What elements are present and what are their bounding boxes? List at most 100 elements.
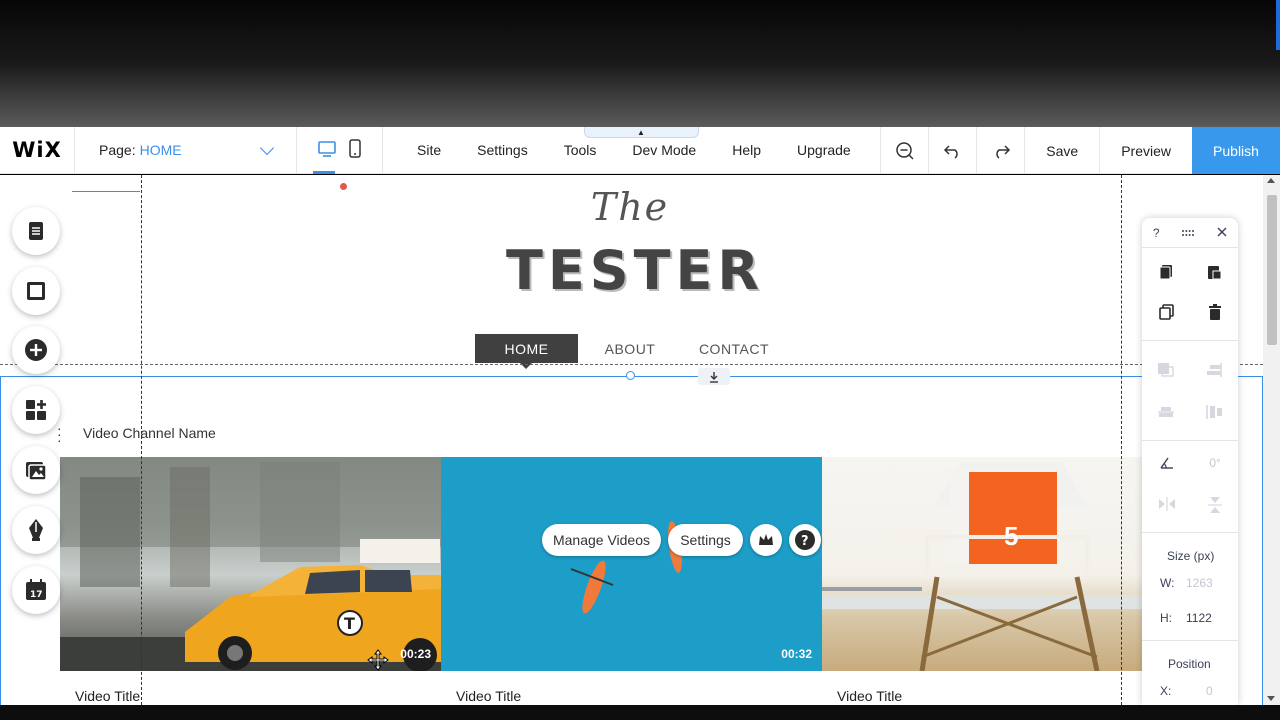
video-title[interactable]: Video Title	[75, 688, 140, 704]
pen-icon	[29, 519, 43, 541]
tower-number: 5	[1004, 521, 1019, 551]
more-options-icon[interactable]: · · ·	[57, 421, 62, 447]
gridline-marker	[72, 191, 140, 192]
bookings-button[interactable]: 17	[12, 566, 60, 614]
undo-button[interactable]	[928, 127, 976, 174]
menu-site[interactable]: Site	[399, 142, 459, 158]
right-gridline[interactable]	[1121, 175, 1122, 705]
align-right-icon[interactable]	[1205, 362, 1223, 381]
calendar-icon: 17	[26, 579, 46, 600]
panel-divider	[1142, 340, 1238, 341]
distribute-icon[interactable]	[1205, 404, 1223, 423]
add-button[interactable]	[12, 326, 60, 374]
menu-settings[interactable]: Settings	[459, 142, 546, 158]
desktop-icon[interactable]	[317, 140, 337, 161]
menu-dev-mode[interactable]: Dev Mode	[614, 142, 714, 158]
site-title-the[interactable]: The	[540, 185, 720, 229]
device-active-indicator	[313, 170, 335, 174]
video-title[interactable]: Video Title	[456, 688, 521, 704]
zoom-out-button[interactable]	[880, 127, 928, 174]
panel-row-copy-paste	[1142, 264, 1238, 283]
panel-row-arrange	[1142, 362, 1238, 381]
collapse-topbar-tab[interactable]: ▲	[584, 127, 699, 138]
wix-logo[interactable]: WiX	[0, 126, 75, 174]
scroll-thumb[interactable]	[1267, 195, 1277, 345]
rotation-value[interactable]: 0°	[1209, 456, 1220, 473]
add-apps-button[interactable]	[12, 386, 60, 434]
taxi-image: T	[60, 457, 441, 671]
mobile-icon[interactable]	[348, 138, 362, 162]
background-icon	[27, 282, 45, 300]
copy-icon[interactable]	[1158, 264, 1174, 283]
left-gridline[interactable]	[141, 175, 142, 705]
svg-text:?: ?	[801, 534, 809, 549]
align-center-icon[interactable]	[1157, 404, 1175, 423]
page-label: Page:	[99, 142, 136, 158]
site-nav-home[interactable]: HOME	[475, 334, 578, 369]
close-icon[interactable]	[1217, 226, 1227, 240]
layout-tools-panel: ? 0° Size (px) W: 1263 H: 1122 Position …	[1142, 218, 1238, 705]
height-value[interactable]: 1122	[1186, 611, 1212, 625]
width-label: W:	[1160, 576, 1175, 590]
scroll-up-arrow[interactable]	[1267, 178, 1275, 183]
panel-row-duplicate-delete	[1142, 304, 1238, 323]
save-button[interactable]: Save	[1024, 127, 1099, 174]
device-toggle	[297, 126, 383, 174]
menu-help[interactable]: Help	[714, 142, 779, 158]
arrange-front-icon[interactable]	[1157, 362, 1175, 381]
drag-handle-icon[interactable]	[1181, 226, 1195, 240]
preview-button[interactable]: Preview	[1099, 127, 1192, 174]
scroll-down-arrow[interactable]	[1267, 696, 1275, 701]
section-anchor-button[interactable]	[698, 368, 730, 385]
svg-text:17: 17	[30, 590, 43, 600]
panel-help-icon[interactable]: ?	[1153, 226, 1160, 240]
menu-tools[interactable]: Tools	[546, 142, 615, 158]
video-thumbnail-lifeguard[interactable]: 5	[822, 457, 1142, 671]
panel-header: ?	[1142, 218, 1238, 248]
x-value[interactable]: 0	[1206, 684, 1213, 698]
paste-icon[interactable]	[1206, 264, 1222, 283]
video-title[interactable]: Video Title	[837, 688, 902, 704]
width-value[interactable]: 1263	[1186, 576, 1213, 590]
video-channel-name: Video Channel Name	[83, 425, 216, 441]
lifeguard-image	[822, 462, 1142, 671]
menu-upgrade[interactable]: Upgrade	[779, 142, 869, 158]
panel-divider	[1142, 640, 1238, 641]
kayak-image	[570, 521, 682, 614]
page-selector[interactable]: Page: HOME	[75, 126, 297, 174]
chevron-down-icon	[259, 140, 275, 155]
flip-vertical-icon[interactable]	[1207, 496, 1223, 517]
redo-button[interactable]	[976, 127, 1024, 174]
header-boundary-guide[interactable]	[0, 364, 1263, 365]
video-thumbnail-kayak[interactable]: 00:32	[441, 457, 822, 671]
video-thumbnail-taxi[interactable]: T 00:23	[60, 457, 441, 671]
delete-icon[interactable]	[1208, 304, 1222, 323]
height-label: H:	[1160, 611, 1172, 625]
media-icon	[26, 462, 47, 481]
panel-divider	[1142, 440, 1238, 441]
zoom-out-icon	[896, 141, 914, 160]
duplicate-icon[interactable]	[1158, 304, 1175, 323]
media-button[interactable]	[12, 446, 60, 494]
site-nav-about[interactable]: ABOUT	[578, 334, 682, 363]
rotate-angle-icon[interactable]	[1159, 456, 1175, 473]
position-title: Position	[1168, 657, 1211, 671]
site-title-tester[interactable]: TESTER	[470, 239, 800, 302]
section-resize-handle[interactable]	[626, 371, 635, 380]
video-duration: 00:23	[400, 647, 431, 661]
stage-scrollbar[interactable]	[1263, 175, 1280, 705]
bottom-bar	[0, 705, 1280, 720]
premium-button[interactable]	[750, 524, 782, 556]
redo-icon	[996, 144, 1010, 159]
undo-icon	[943, 144, 958, 159]
manage-videos-button[interactable]: Manage Videos	[542, 524, 661, 556]
help-button[interactable]: ?	[789, 524, 821, 556]
gallery-settings-button[interactable]: Settings	[668, 524, 743, 556]
pages-button[interactable]	[12, 207, 60, 255]
blog-button[interactable]	[12, 506, 60, 554]
flip-horizontal-icon[interactable]	[1158, 496, 1176, 517]
site-nav-contact[interactable]: CONTACT	[682, 334, 786, 363]
publish-button[interactable]: Publish	[1192, 127, 1280, 174]
size-title: Size (px)	[1167, 549, 1215, 563]
background-button[interactable]	[12, 267, 60, 315]
